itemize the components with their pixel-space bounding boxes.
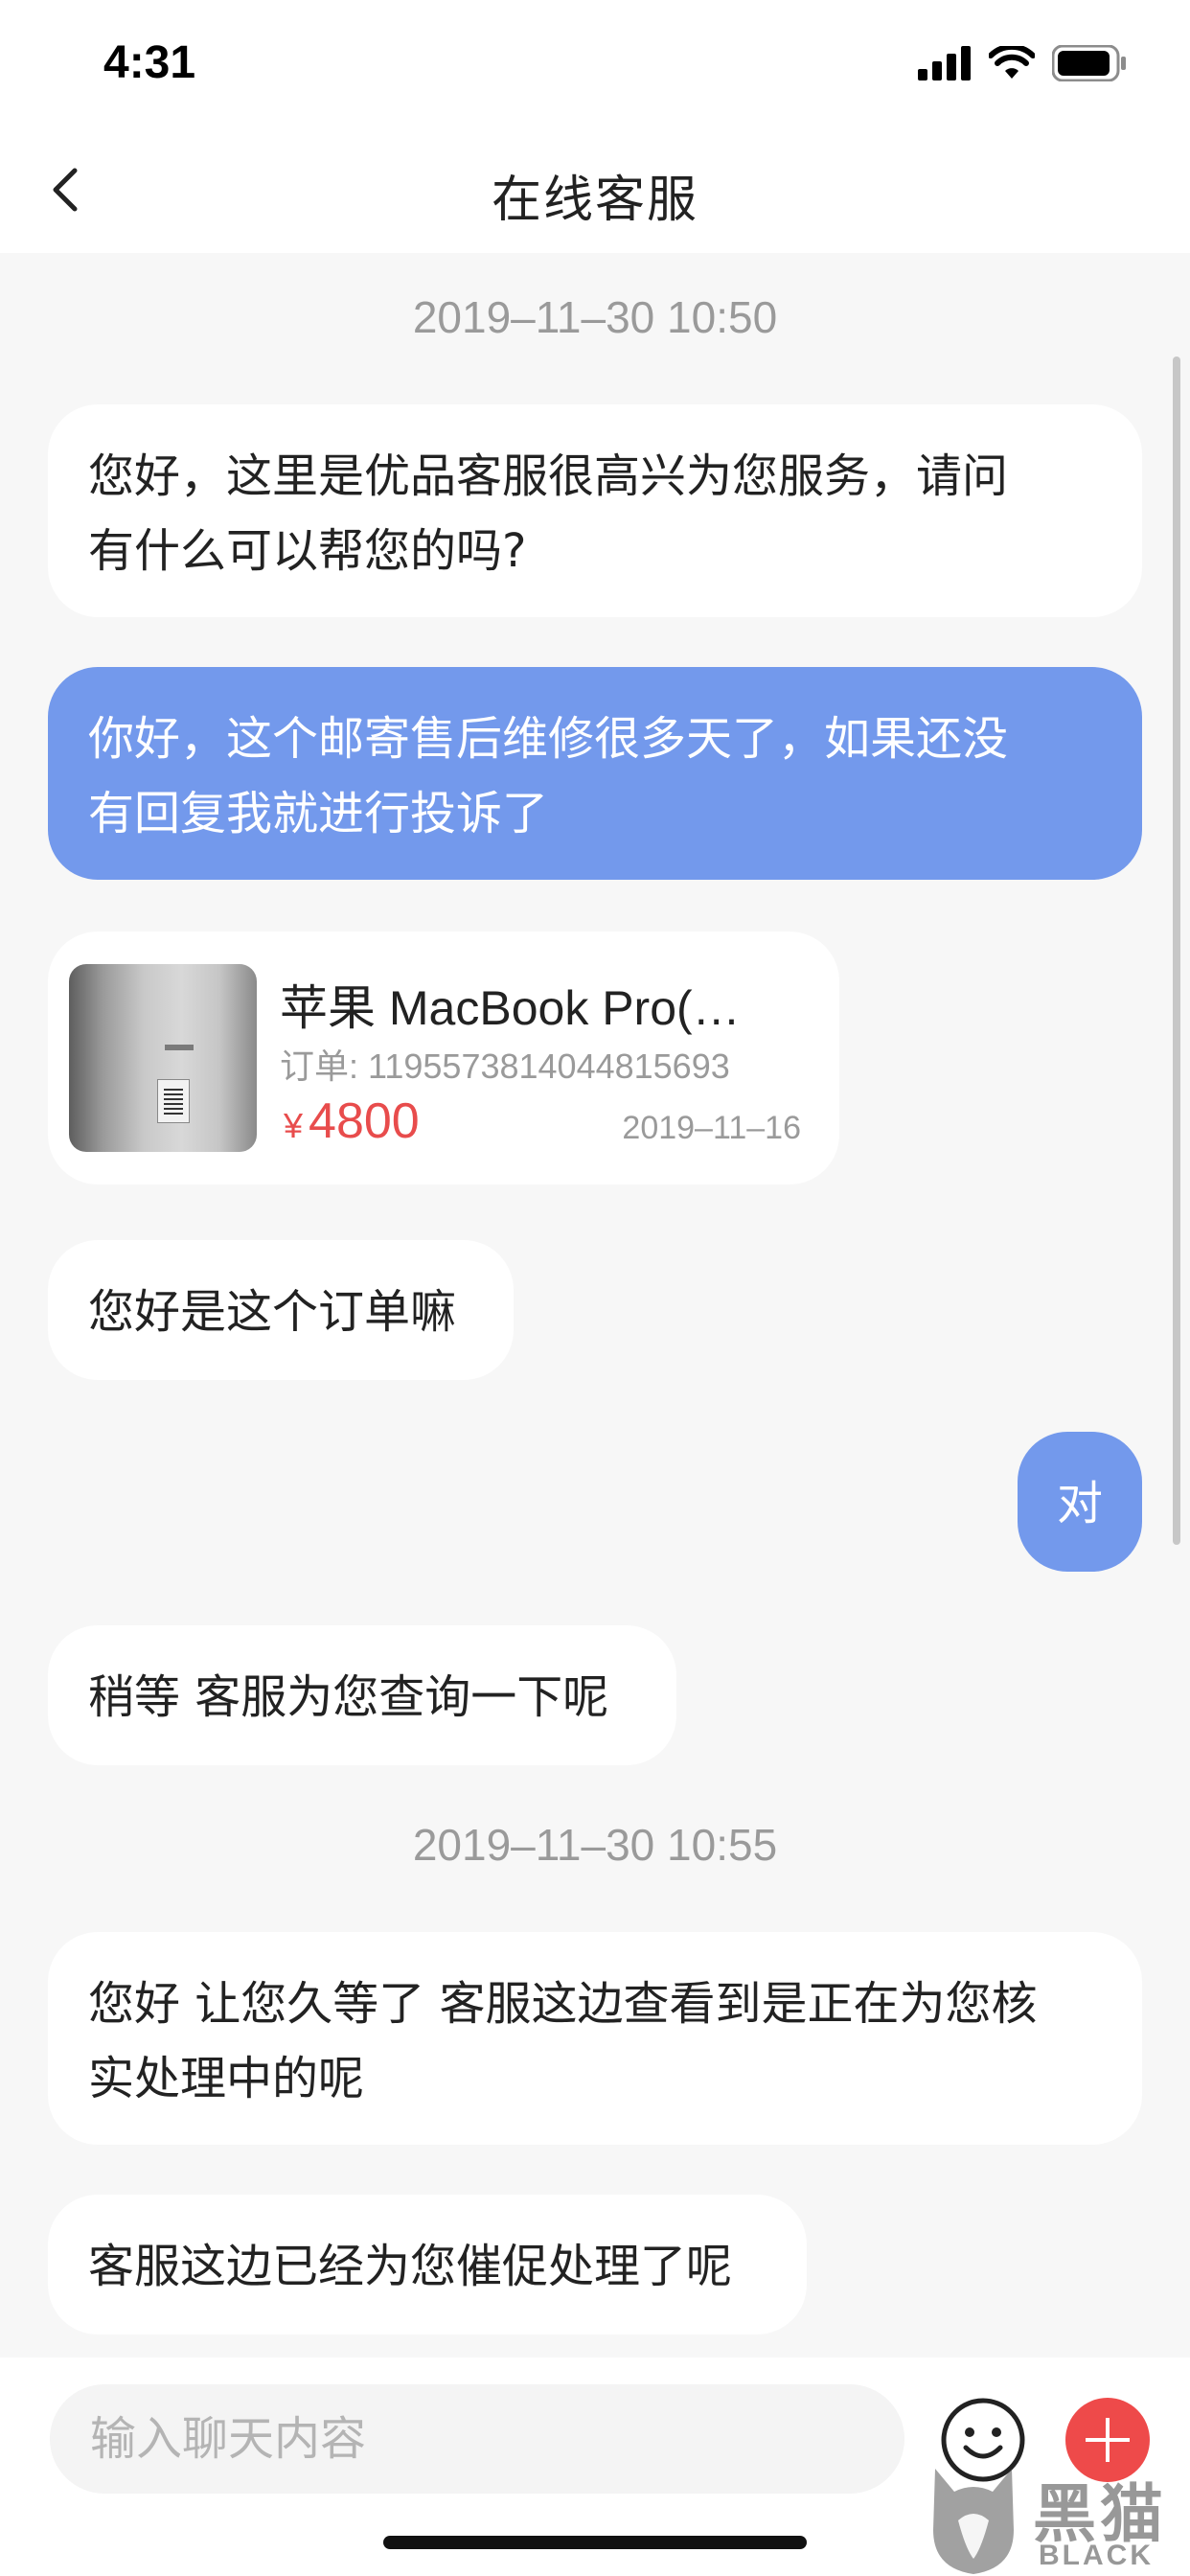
nav-bar: 在线客服 xyxy=(0,126,1190,253)
cat-logo xyxy=(933,2469,1014,2574)
price-value: 4800 xyxy=(309,1093,420,1149)
message-text-line: 您好，这里是优品客服很高兴为您服务，请问 xyxy=(88,449,1009,503)
scrollbar[interactable] xyxy=(1173,356,1180,1545)
message-incoming[interactable]: 您好，这里是优品客服很高兴为您服务，请问 有什么可以帮您的吗? xyxy=(48,404,1142,617)
message-text-line: 实处理中的呢 xyxy=(88,2052,365,2105)
wifi-icon xyxy=(989,46,1035,79)
product-image-label xyxy=(157,1079,190,1123)
message-text: 客服这边已经为您催促处理了呢 xyxy=(88,2240,733,2293)
page-title: 在线客服 xyxy=(491,172,698,229)
message-text-line: 你好，这个邮寄售后维修很多天了，如果还没 xyxy=(88,712,1009,766)
timestamp: 2019–11–30 10:50 xyxy=(412,292,778,342)
signal-icon xyxy=(918,46,971,80)
product-image-detail xyxy=(165,1045,194,1050)
message-text-line: 有回复我就进行投诉了 xyxy=(88,787,549,840)
battery-icon xyxy=(1052,45,1126,81)
status-time: 4:31 xyxy=(103,37,196,88)
watermark: 黑猫 BLACK CAT xyxy=(926,2463,1190,2576)
timestamp: 2019–11–30 10:55 xyxy=(412,1820,778,1870)
currency-symbol: ¥ xyxy=(284,1106,304,1145)
chat-screen: 4:31 在线客服 2019–11–30 10:50 您好，这里是优品客服很高兴… xyxy=(0,0,1190,2576)
message-text: 稍等 客服为您查询一下呢 xyxy=(88,1670,609,1724)
message-incoming[interactable]: 您好 让您久等了 客服这边查看到是正在为您核 实处理中的呢 xyxy=(48,1932,1142,2145)
status-bar: 4:31 xyxy=(0,0,1190,126)
watermark-en: BLACK CAT xyxy=(1039,2540,1154,2576)
message-text-line: 您好 让您久等了 客服这边查看到是正在为您核 xyxy=(88,1977,1038,2031)
message-text: 对 xyxy=(1056,1477,1103,1530)
message-text-line: 有什么可以帮您的吗? xyxy=(88,524,527,578)
message-incoming[interactable]: 稍等 客服为您查询一下呢 xyxy=(48,1625,676,1765)
product-image xyxy=(69,964,257,1152)
product-order-number: 订单: 1195573814044815693 xyxy=(280,1046,730,1086)
product-title: 苹果 MacBook Pro(… xyxy=(280,981,741,1035)
message-incoming[interactable]: 客服这边已经为您催促处理了呢 xyxy=(48,2195,807,2334)
product-price: ¥4800 xyxy=(284,1092,420,1150)
message-text: 您好是这个订单嘛 xyxy=(88,1285,457,1339)
product-date: 2019–11–16 xyxy=(622,1110,801,1146)
message-incoming[interactable]: 您好是这个订单嘛 xyxy=(48,1240,514,1380)
home-indicator xyxy=(383,2536,807,2549)
message-outgoing[interactable]: 对 xyxy=(1018,1432,1142,1572)
message-outgoing[interactable]: 你好，这个邮寄售后维修很多天了，如果还没 有回复我就进行投诉了 xyxy=(48,667,1142,880)
chat-input[interactable] xyxy=(50,2384,904,2494)
product-card[interactable]: 苹果 MacBook Pro(… 订单: 1195573814044815693… xyxy=(48,932,839,1184)
status-icons xyxy=(918,44,1127,82)
message-list[interactable]: 2019–11–30 10:50 您好，这里是优品客服很高兴为您服务，请问 有什… xyxy=(0,253,1190,2358)
